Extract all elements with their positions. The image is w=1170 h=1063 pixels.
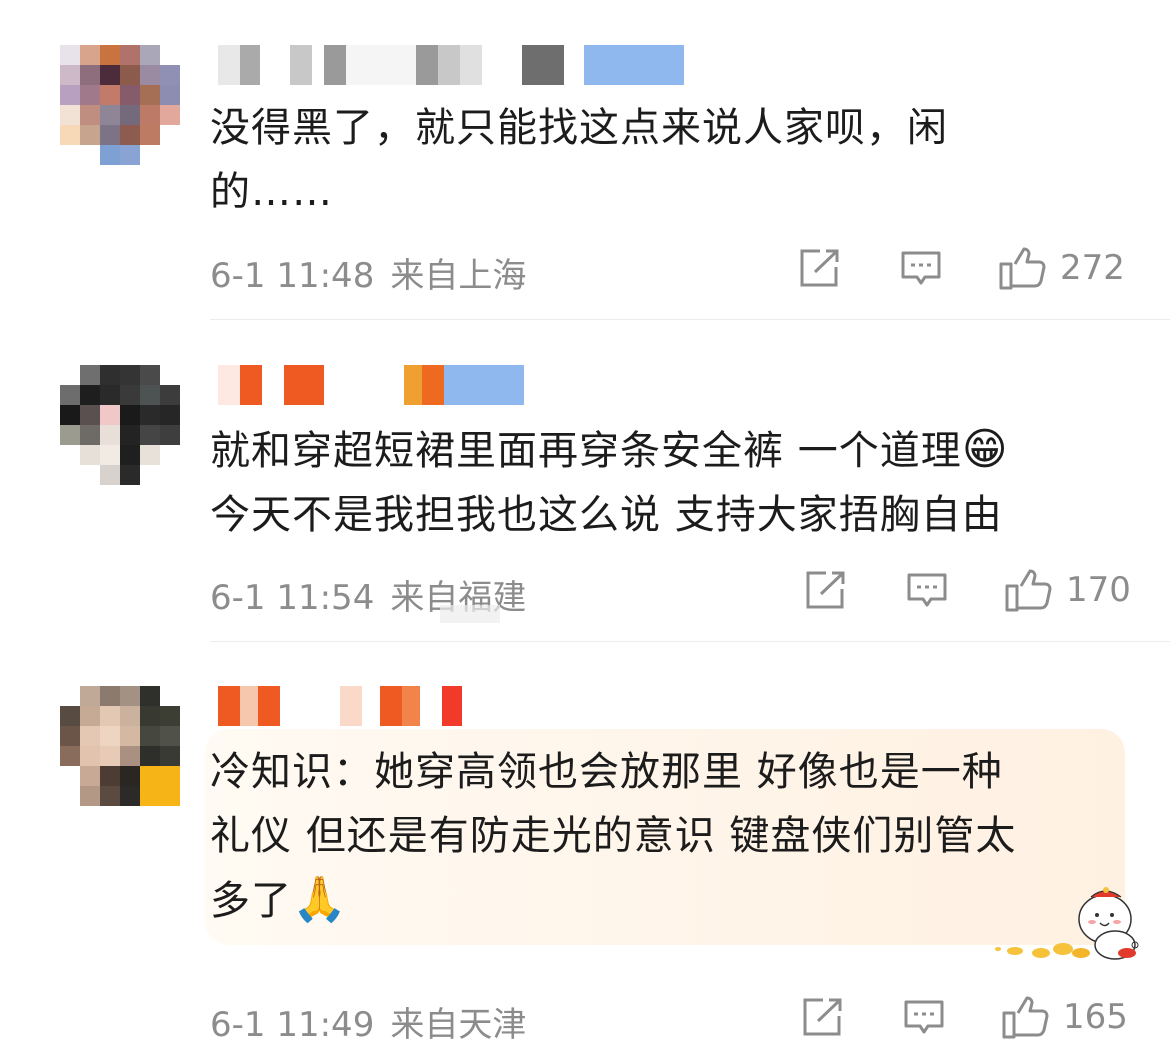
like-count: 165 bbox=[1063, 997, 1128, 1037]
comment-line: 今天不是我担我也这么说 支持大家捂胸自由 bbox=[210, 492, 1003, 538]
comment-line: 礼仪 但还是有防走光的意识 键盘侠们别管太 bbox=[210, 813, 1017, 859]
comment-line: 的…… bbox=[210, 169, 333, 215]
share-button[interactable] bbox=[801, 997, 843, 1037]
comment-text: 没得黑了，就只能找这点来说人家呗，闲 的…… bbox=[210, 96, 948, 224]
like-count: 170 bbox=[1066, 570, 1131, 610]
comment-icon bbox=[901, 251, 941, 285]
comment-icon bbox=[904, 1000, 944, 1034]
praying-hands-emoji: 🙏 bbox=[292, 874, 348, 925]
comment-text: 冷知识：她穿高领也会放那里 好像也是一种 礼仪 但还是有防走光的意识 键盘侠们别… bbox=[210, 740, 1016, 933]
avatar[interactable] bbox=[60, 686, 180, 806]
username[interactable] bbox=[218, 45, 684, 85]
timestamp: 6-1 11:49 bbox=[210, 1005, 375, 1045]
divider bbox=[210, 319, 1170, 320]
fortune-mascot-sticker bbox=[995, 887, 1139, 960]
like-button[interactable]: 272 bbox=[998, 246, 1125, 290]
like-button[interactable]: 170 bbox=[1004, 568, 1131, 612]
comment-line: 多了🙏 bbox=[210, 874, 348, 925]
share-icon bbox=[800, 249, 839, 287]
comment-button[interactable] bbox=[903, 999, 945, 1037]
comment-line: 没得黑了，就只能找这点来说人家呗，闲 bbox=[210, 105, 948, 151]
username[interactable] bbox=[218, 365, 524, 405]
avatar[interactable] bbox=[60, 365, 180, 485]
thumbs-up-icon bbox=[999, 247, 1046, 290]
share-icon bbox=[806, 571, 845, 609]
divider bbox=[210, 641, 1170, 642]
like-count: 272 bbox=[1060, 248, 1125, 288]
avatar[interactable] bbox=[60, 45, 180, 165]
thumbs-up-icon bbox=[1002, 996, 1049, 1039]
comment-line: 就和穿超短裙里面再穿条安全裤 一个道理😁 bbox=[210, 424, 1009, 475]
location: 来自天津 bbox=[390, 1005, 527, 1045]
thumbs-up-icon bbox=[1005, 569, 1052, 612]
share-button[interactable] bbox=[798, 248, 840, 288]
timestamp: 6-1 11:54 bbox=[210, 578, 375, 618]
comment-button[interactable] bbox=[900, 250, 942, 288]
comment-meta: 6-1 11:48 来自上海 bbox=[210, 248, 526, 297]
comment-icon bbox=[907, 573, 947, 607]
location: 来自上海 bbox=[390, 256, 527, 296]
comment-meta: 6-1 11:49 来自天津 bbox=[210, 997, 526, 1046]
comment-line: 冷知识：她穿高领也会放那里 好像也是一种 bbox=[210, 749, 1003, 795]
share-icon bbox=[803, 998, 842, 1036]
like-button[interactable]: 165 bbox=[1001, 995, 1128, 1039]
share-button[interactable] bbox=[804, 570, 846, 610]
comment-text: 就和穿超短裙里面再穿条安全裤 一个道理😁 今天不是我担我也这么说 支持大家捂胸自… bbox=[210, 418, 1009, 547]
grin-emoji: 😁 bbox=[961, 424, 1009, 475]
username[interactable] bbox=[218, 686, 462, 726]
blur-artifact bbox=[440, 605, 500, 623]
comment-button[interactable] bbox=[906, 572, 948, 610]
timestamp: 6-1 11:48 bbox=[210, 256, 375, 296]
